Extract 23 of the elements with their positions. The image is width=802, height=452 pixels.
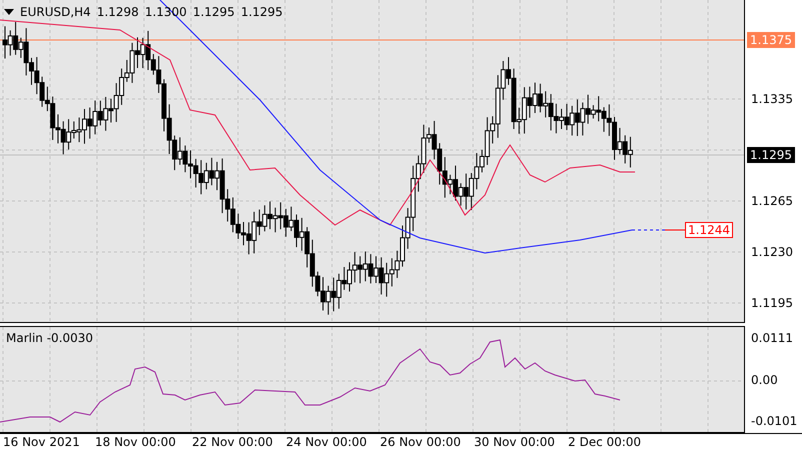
time-label: 18 Nov 00:00 <box>95 435 176 449</box>
current-price-label: 1.1295 <box>747 147 795 163</box>
price-tick: 1.1195 <box>751 296 793 310</box>
indicator-tick: -0.0101 <box>751 414 798 428</box>
price-quote: 1.1295 <box>240 5 283 19</box>
dropdown-triangle-icon[interactable] <box>4 9 14 15</box>
price-tick: 1.1335 <box>751 92 793 106</box>
price-quote: 1.1298 <box>96 5 139 19</box>
time-label: 16 Nov 2021 <box>3 435 80 449</box>
time-label: 24 Nov 00:00 <box>286 435 367 449</box>
symbol-label: EURUSD,H4 <box>20 5 91 19</box>
indicator-label: Marlin -0.0030 <box>6 331 94 345</box>
time-label: 2 Dec 00:00 <box>568 435 642 449</box>
price-tick: 1.1265 <box>751 194 793 208</box>
price-level-label: 1.1375 <box>747 32 795 48</box>
price-tick: 1.1230 <box>751 245 793 259</box>
time-label: 22 Nov 00:00 <box>192 435 273 449</box>
price-quote: 1.1295 <box>192 5 235 19</box>
projected-price-label: 1.1244 <box>685 222 733 238</box>
time-label: 26 Nov 00:00 <box>380 435 461 449</box>
indicator-tick: 0.0111 <box>751 331 793 345</box>
time-label: 30 Nov 00:00 <box>474 435 555 449</box>
indicator-tick: 0.00 <box>751 373 778 387</box>
